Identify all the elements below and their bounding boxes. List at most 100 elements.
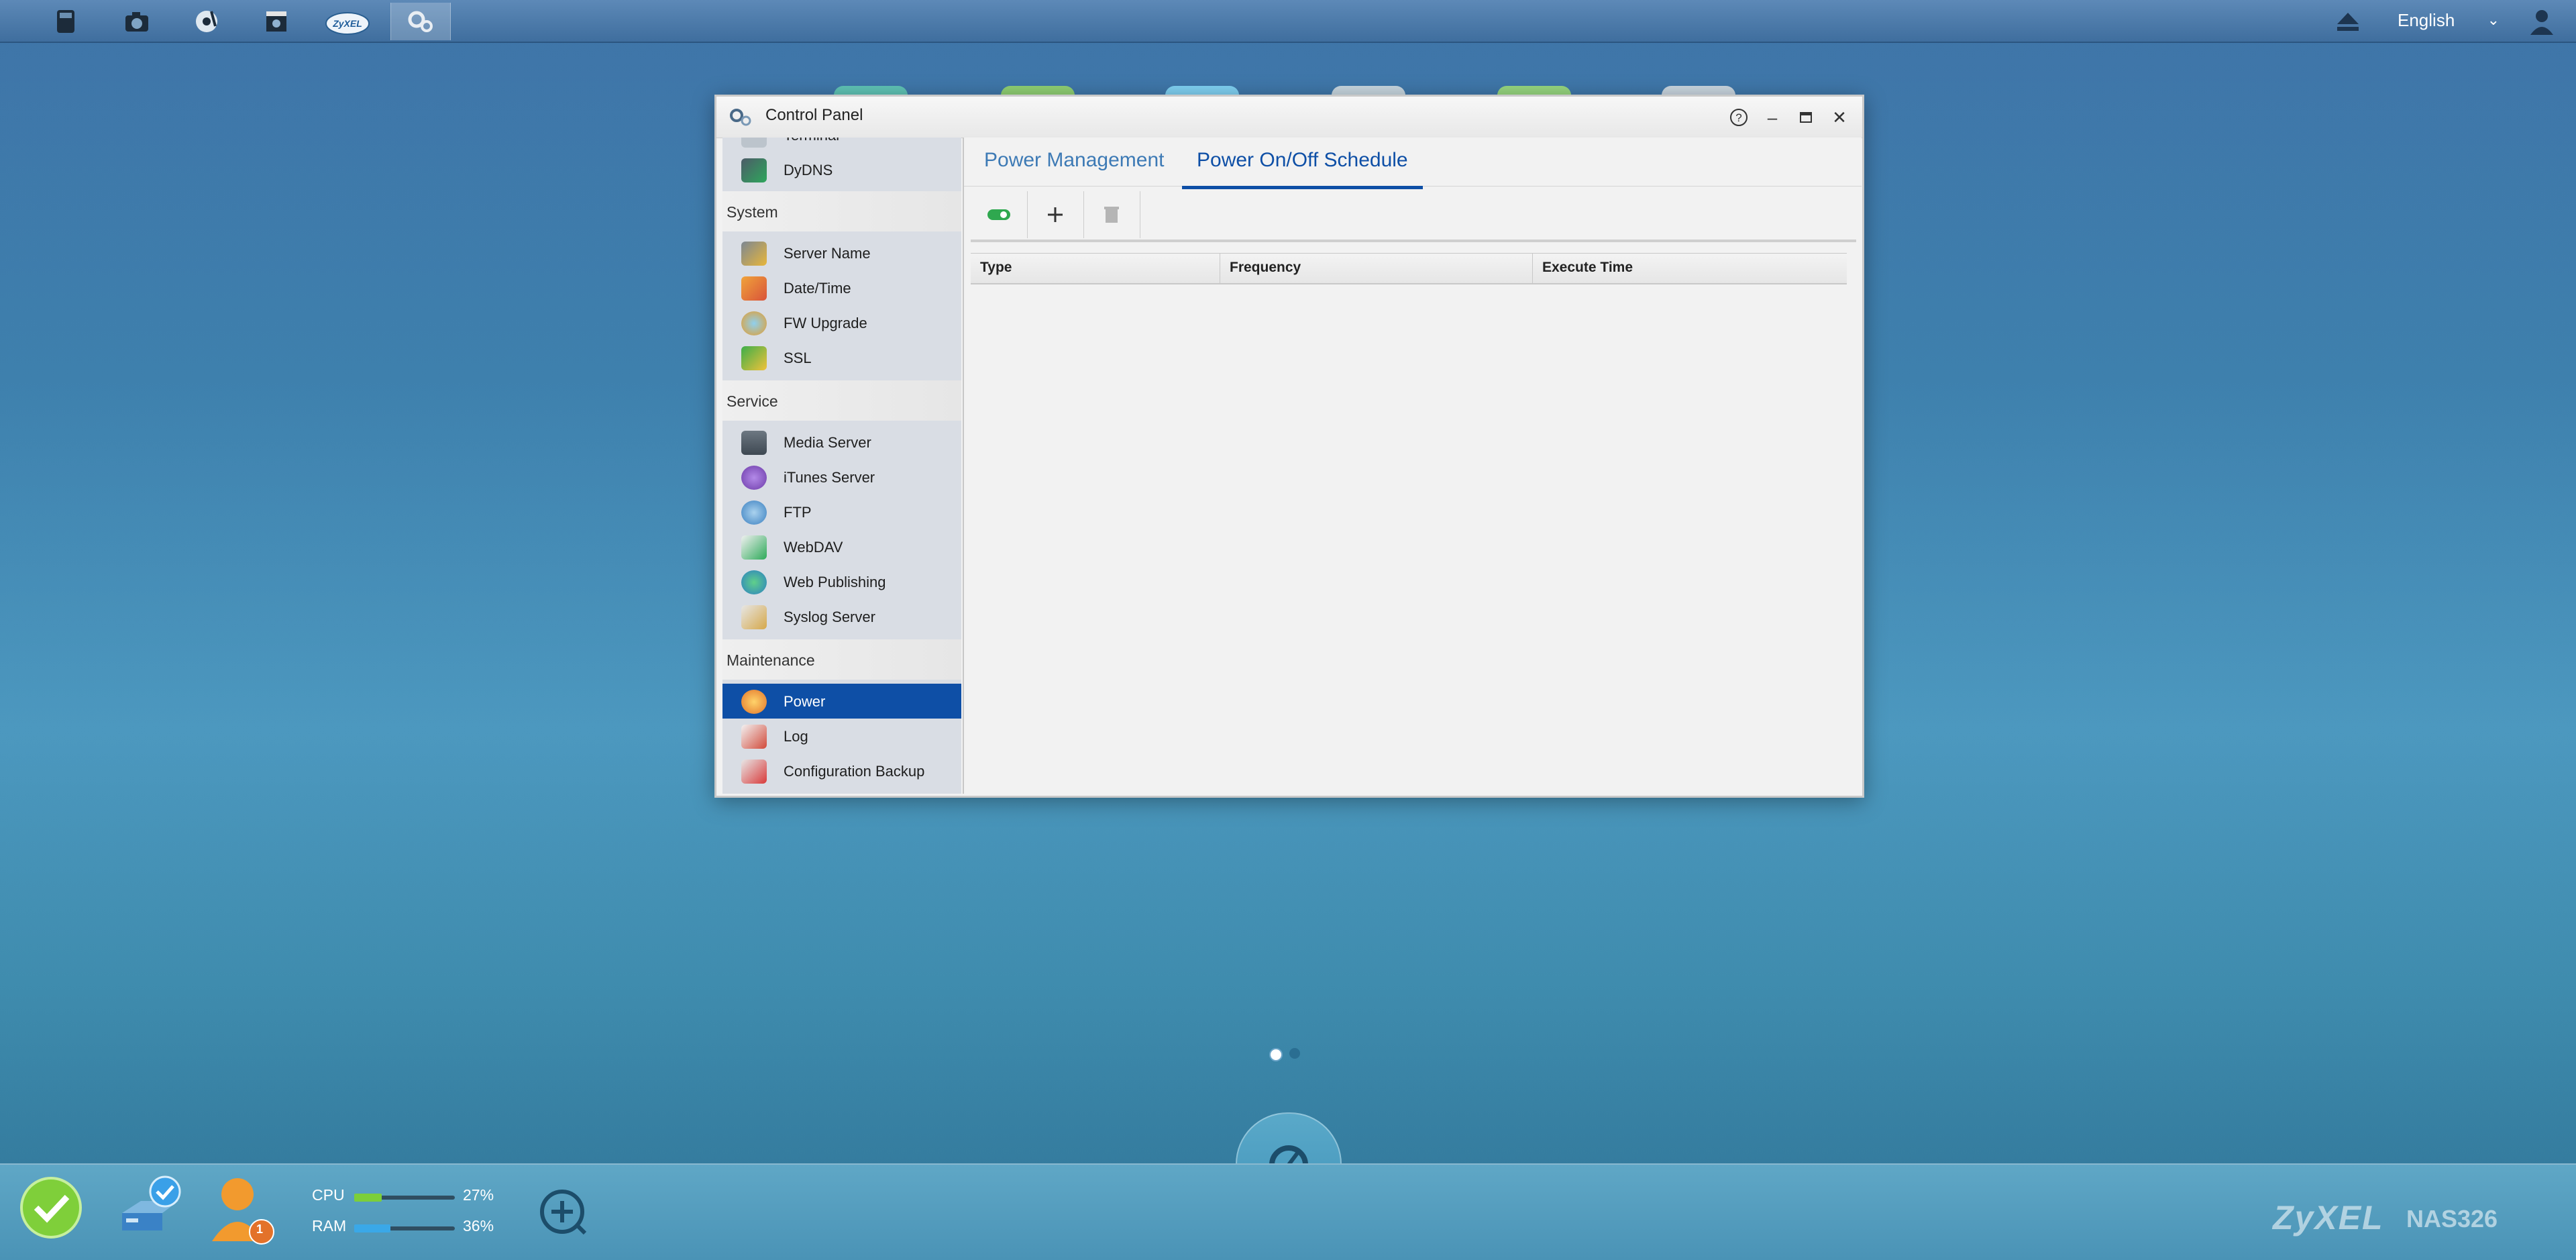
sidebar-item-terminal[interactable]: Terminal xyxy=(722,138,961,152)
sidebar-group-maintenance: Maintenance xyxy=(722,639,961,680)
syslog-icon xyxy=(741,605,767,629)
itunes-icon xyxy=(741,466,767,490)
ftp-icon xyxy=(741,501,767,525)
sidebar-item-fw-upgrade[interactable]: FW Upgrade xyxy=(722,305,961,340)
sidebar-item-power[interactable]: Power xyxy=(722,684,961,719)
window-title: Control Panel xyxy=(765,106,863,124)
webdav-icon xyxy=(741,535,767,560)
sidebar-item-label: Configuration Backup xyxy=(784,763,925,780)
file-browser-icon[interactable] xyxy=(36,3,95,40)
status-taskbar: 1 CPU 27% RAM 36% xyxy=(0,1163,2576,1260)
control-panel-gears-icon[interactable] xyxy=(390,3,451,40)
sidebar-item-dydns[interactable]: DyDNS xyxy=(722,152,961,187)
cpu-meter-fill xyxy=(354,1194,382,1202)
sidebar-item-configuration-backup[interactable]: Configuration Backup xyxy=(722,753,961,788)
minimize-button[interactable]: – xyxy=(1759,105,1786,130)
sidebar: Terminal DyDNS System Server Name Date/T… xyxy=(722,138,961,794)
eject-icon[interactable] xyxy=(2334,11,2361,32)
sidebar-group-service: Service xyxy=(722,380,961,421)
minimize-icon: – xyxy=(1767,107,1778,127)
sidebar-item-label: WebDAV xyxy=(784,539,843,556)
widget-tab xyxy=(1165,86,1239,95)
plus-icon xyxy=(1048,207,1063,222)
sidebar-item-ssl[interactable]: SSL xyxy=(722,340,961,375)
close-button[interactable]: ✕ xyxy=(1826,105,1853,130)
sidebar-item-server-name[interactable]: Server Name xyxy=(722,235,961,270)
cpu-label: CPU xyxy=(312,1186,345,1204)
sidebar-item-label: SSL xyxy=(784,350,812,366)
widget-tab xyxy=(1662,86,1735,95)
log-icon xyxy=(741,725,767,749)
system-ok-check-icon[interactable] xyxy=(19,1174,83,1241)
photo-camera-icon[interactable] xyxy=(107,3,166,40)
sidebar-item-itunes-server[interactable]: iTunes Server xyxy=(722,460,961,494)
media-server-clapper-icon xyxy=(741,431,767,455)
power-icon xyxy=(741,690,767,714)
dydns-server-icon xyxy=(741,158,767,182)
maximize-button[interactable] xyxy=(1792,105,1819,130)
add-schedule-button[interactable] xyxy=(1027,191,1084,238)
tab-bar: Power Management Power On/Off Schedule xyxy=(964,138,1862,189)
ram-meter xyxy=(354,1224,455,1232)
column-header-frequency[interactable]: Frequency xyxy=(1220,254,1533,283)
enable-toggle-button[interactable] xyxy=(971,191,1028,238)
widget-tab xyxy=(1332,86,1405,95)
sidebar-item-label: DyDNS xyxy=(784,162,833,178)
server-name-icon xyxy=(741,242,767,266)
sidebar-item-label: Web Publishing xyxy=(784,574,886,590)
column-header-execute-time[interactable]: Execute Time xyxy=(1533,254,1847,283)
control-panel-window: Control Panel ? – ✕ Terminal DyDNS Syste… xyxy=(714,95,1864,798)
trash-icon xyxy=(1104,207,1119,223)
chevron-down-icon: ⌄ xyxy=(2487,11,2500,28)
date-time-icon xyxy=(741,276,767,301)
sidebar-item-label: iTunes Server xyxy=(784,469,875,486)
sidebar-item-label: Media Server xyxy=(784,434,871,451)
ram-label: RAM xyxy=(312,1217,347,1235)
content-pane: Power Management Power On/Off Schedule T… xyxy=(963,138,1862,794)
storage-status-icon[interactable] xyxy=(114,1174,188,1241)
sidebar-item-ftp[interactable]: FTP xyxy=(722,494,961,529)
ssl-shield-icon xyxy=(741,346,767,370)
schedule-table-body xyxy=(971,284,1847,780)
sidebar-item-date-time[interactable]: Date/Time xyxy=(722,270,961,305)
schedule-toolbar xyxy=(971,190,1856,242)
tab-power-management[interactable]: Power Management xyxy=(984,146,1164,186)
tab-power-schedule[interactable]: Power On/Off Schedule xyxy=(1182,146,1423,189)
sidebar-item-label: Power xyxy=(784,693,826,710)
sidebar-item-web-publishing[interactable]: Web Publishing xyxy=(722,564,961,599)
close-icon: ✕ xyxy=(1832,107,1847,127)
sidebar-item-label: Terminal xyxy=(784,138,839,144)
control-panel-gears-icon xyxy=(730,109,751,126)
sidebar-item-media-server[interactable]: Media Server xyxy=(722,425,961,460)
sidebar-item-label: FW Upgrade xyxy=(784,315,867,331)
sidebar-item-log[interactable]: Log xyxy=(722,719,961,753)
toggle-on-icon xyxy=(987,209,1010,220)
add-widget-plus-icon[interactable] xyxy=(537,1185,590,1239)
widget-tab xyxy=(1497,86,1571,95)
configuration-backup-icon xyxy=(741,759,767,784)
zyxel-cloud-icon[interactable]: ZyXEL xyxy=(318,3,377,40)
language-label: English xyxy=(2398,10,2455,30)
window-titlebar[interactable]: Control Panel ? – ✕ xyxy=(716,97,1862,138)
delete-schedule-button[interactable] xyxy=(1083,191,1140,238)
brand-logo: ZyXEL xyxy=(2273,1199,2384,1237)
model-name: NAS326 xyxy=(2406,1205,2498,1232)
terminal-icon xyxy=(741,138,767,148)
help-button[interactable]: ? xyxy=(1725,105,1752,130)
video-player-icon[interactable] xyxy=(247,3,306,40)
sidebar-item-label: Date/Time xyxy=(784,280,851,297)
sidebar-item-webdav[interactable]: WebDAV xyxy=(722,529,961,564)
group-label: Service xyxy=(727,392,778,410)
column-header-type[interactable]: Type xyxy=(971,254,1220,283)
user-account-icon[interactable] xyxy=(2526,7,2558,36)
page-dot[interactable] xyxy=(1289,1048,1300,1059)
sidebar-item-label: FTP xyxy=(784,504,812,521)
users-icon[interactable] xyxy=(208,1171,275,1245)
page-dot-active[interactable] xyxy=(1269,1048,1283,1061)
svg-text:ZyXEL: ZyXEL xyxy=(332,18,362,29)
music-player-icon[interactable] xyxy=(177,3,236,40)
sidebar-item-syslog-server[interactable]: Syslog Server xyxy=(722,599,961,634)
sidebar-group-system: System xyxy=(722,191,961,231)
fw-upgrade-icon xyxy=(741,311,767,335)
language-selector[interactable]: English ⌄ xyxy=(2398,0,2512,40)
